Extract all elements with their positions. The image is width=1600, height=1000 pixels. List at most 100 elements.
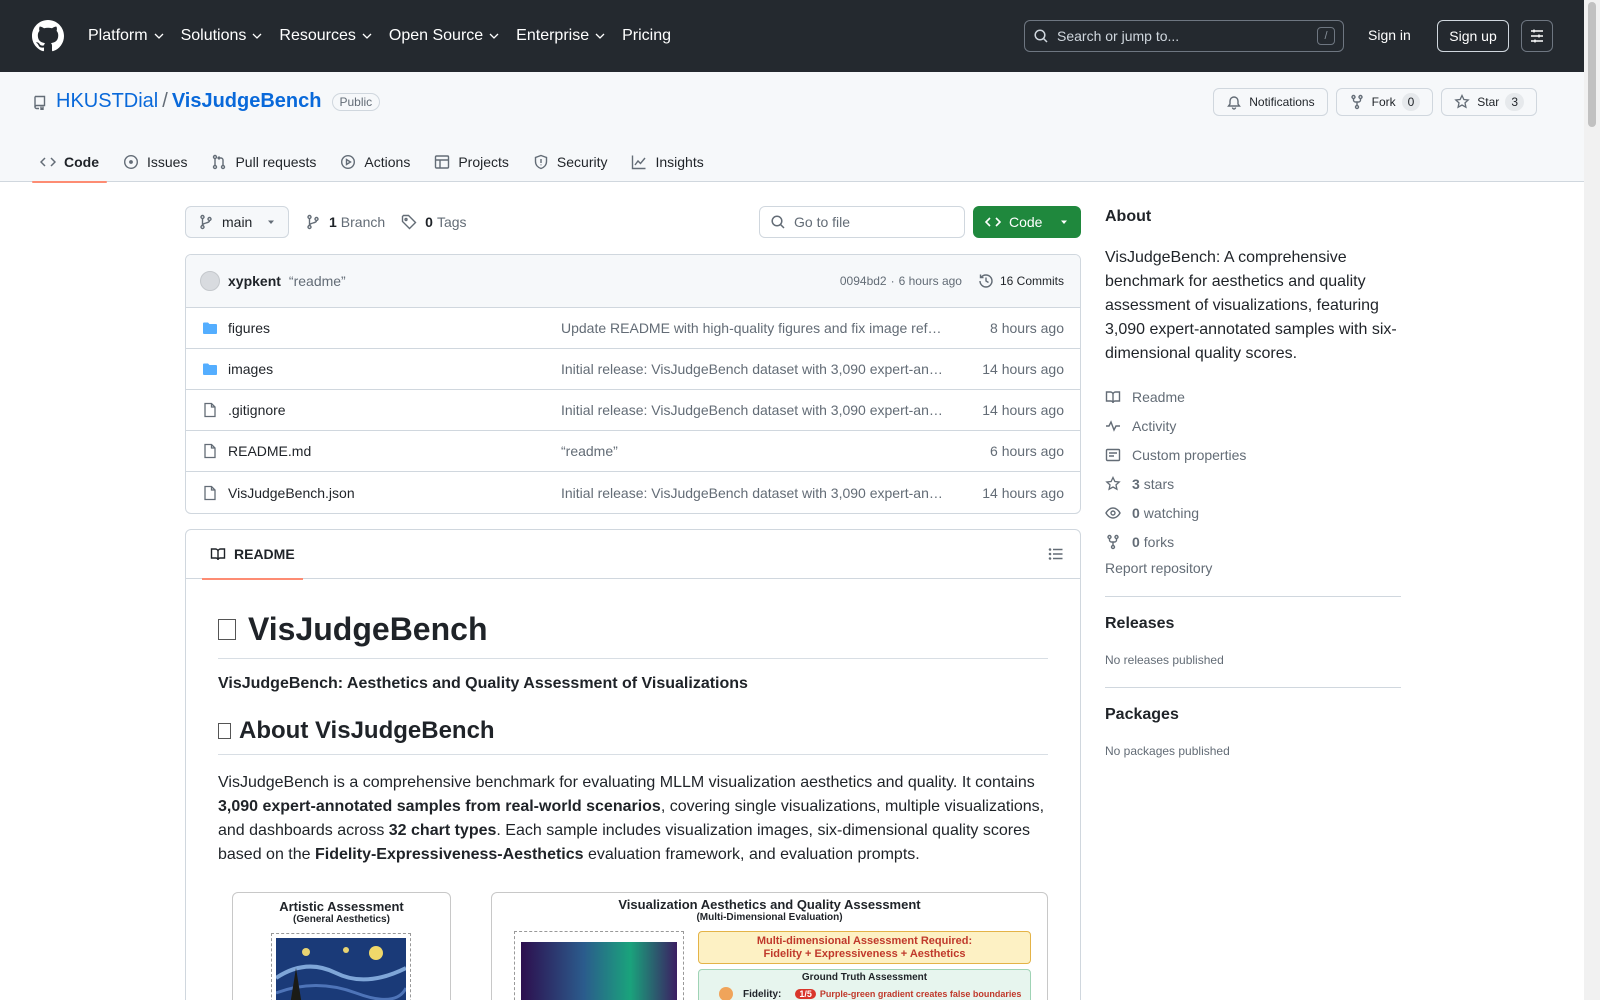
assessment-required-box: Multi-dimensional Assessment Required: F… (698, 931, 1031, 964)
star-count: 3 (1505, 93, 1524, 111)
file-commit-message[interactable]: Initial release: VisJudgeBench dataset w… (561, 361, 946, 377)
nav-pricing[interactable]: Pricing (622, 27, 671, 45)
report-repository-link[interactable]: Report repository (1105, 560, 1401, 576)
settings-menu-button[interactable] (1521, 20, 1553, 52)
section-heading: About VisJudgeBench (218, 717, 1048, 755)
repo-owner-link[interactable]: HKUSTDial (56, 90, 158, 113)
commits-history-link[interactable]: 16 Commits (978, 273, 1064, 289)
branch-label: Branch (340, 214, 386, 230)
ground-truth-row: Fidelity: 1/5 Purple-green gradient crea… (719, 987, 1030, 1000)
notifications-button[interactable]: Notifications (1213, 88, 1328, 116)
file-age: 14 hours ago (982, 361, 1064, 377)
scrollbar-thumb[interactable] (1588, 2, 1596, 127)
fork-count: 0 (1401, 93, 1421, 111)
packages-empty-text: No packages published (1105, 744, 1230, 758)
ground-truth-label: Fidelity: (743, 988, 782, 1000)
github-logo-icon[interactable] (32, 20, 64, 52)
figure-visualization-assessment: Visualization Aesthetics and Quality Ass… (491, 892, 1048, 1000)
nav-open-source[interactable]: Open Source (389, 27, 500, 45)
avatar[interactable] (200, 271, 220, 291)
tab-actions[interactable]: Actions (332, 142, 418, 182)
file-icon (204, 485, 216, 500)
branches-link[interactable]: 1 Branch (305, 214, 385, 230)
file-commit-message[interactable]: Initial release: VisJudgeBench dataset w… (561, 402, 946, 418)
commits-count: 16 Commits (999, 274, 1064, 288)
activity-link[interactable]: Activity (1105, 411, 1401, 440)
repo-name-link[interactable]: VisJudgeBench (172, 90, 322, 113)
file-commit-message[interactable]: Initial release: VisJudgeBench dataset w… (561, 485, 946, 501)
file-name-link[interactable]: VisJudgeBench.json (228, 485, 561, 501)
history-icon (979, 274, 993, 288)
file-commit-message[interactable]: “readme” (561, 443, 946, 459)
nav-label: Enterprise (516, 27, 590, 44)
tab-issues[interactable]: Issues (115, 142, 195, 182)
tab-insights[interactable]: Insights (623, 142, 711, 182)
sidebar-divider (1105, 687, 1401, 688)
page-scrollbar[interactable] (1584, 0, 1600, 1000)
about-paragraph: VisJudgeBench is a comprehensive benchma… (218, 771, 1048, 867)
custom-properties-link[interactable]: Custom properties (1105, 440, 1401, 469)
file-name-link[interactable]: .gitignore (228, 402, 561, 418)
readme-tab[interactable]: README (202, 530, 303, 580)
figure-title: Artistic Assessment (279, 899, 404, 914)
file-row[interactable]: VisJudgeBench.json Initial release: VisJ… (186, 472, 1080, 513)
file-name-link[interactable]: figures (228, 320, 561, 336)
readme-link-label: Readme (1132, 388, 1185, 405)
global-header: Platform Solutions Resources Open Source… (0, 0, 1584, 72)
releases-heading[interactable]: Releases (1105, 615, 1401, 633)
forks-link[interactable]: 0 forks (1105, 527, 1401, 556)
figure-title: Visualization Aesthetics and Quality Ass… (618, 897, 921, 912)
star-button[interactable]: Star 3 (1441, 88, 1537, 116)
file-row[interactable]: .gitignore Initial release: VisJudgeBenc… (186, 390, 1080, 431)
commit-message-link[interactable]: “readme” (289, 273, 346, 289)
folder-icon (203, 363, 217, 375)
starry-night-swirls (276, 946, 406, 1000)
star-icon (1105, 475, 1121, 490)
sign-up-button[interactable]: Sign up (1437, 20, 1509, 52)
nav-platform[interactable]: Platform (88, 27, 165, 45)
notifications-label: Notifications (1249, 95, 1315, 109)
branch-selector[interactable]: main (185, 206, 289, 238)
tab-pull-requests[interactable]: Pull requests (203, 142, 324, 182)
global-search-input[interactable]: Search or jump to... / (1024, 20, 1344, 52)
file-name-link[interactable]: README.md (228, 443, 561, 459)
tab-code[interactable]: Code (32, 142, 107, 183)
figure-subtitle: (General Aesthetics) (293, 914, 390, 925)
tab-label: Security (556, 154, 608, 170)
branch-bar: main 1 Branch 0 Tags Go to file Code (185, 206, 1081, 238)
commit-author-link[interactable]: xypkent (228, 273, 281, 289)
file-row[interactable]: README.md “readme” 6 hours ago (186, 431, 1080, 472)
file-age: 14 hours ago (982, 402, 1064, 418)
watching-link[interactable]: 0 watching (1105, 498, 1401, 527)
file-name-link[interactable]: images (228, 361, 561, 377)
go-to-file-input[interactable]: Go to file (759, 206, 965, 238)
list-unordered-icon[interactable] (1048, 546, 1064, 562)
readme-link[interactable]: Readme (1105, 382, 1401, 411)
nav-solutions[interactable]: Solutions (181, 27, 264, 45)
file-row[interactable]: images Initial release: VisJudgeBench da… (186, 349, 1080, 390)
sidebar-divider (1105, 596, 1401, 597)
fork-button[interactable]: Fork 0 (1335, 88, 1434, 116)
commit-hash-link[interactable]: 0094bd2 (840, 274, 887, 288)
graph-icon (632, 155, 647, 170)
code-button-label: Code (1009, 214, 1043, 230)
chevron-down-icon (252, 33, 262, 39)
file-row[interactable]: figures Update README with high-quality … (186, 308, 1080, 349)
nav-resources[interactable]: Resources (279, 27, 372, 45)
tags-link[interactable]: 0 Tags (401, 214, 467, 230)
missing-emoji-glyph (218, 619, 236, 640)
packages-heading[interactable]: Packages (1105, 706, 1401, 724)
chevron-down-icon (154, 33, 164, 39)
stars-link[interactable]: 3 stars (1105, 469, 1401, 498)
nav-label: Platform (88, 27, 148, 44)
file-commit-message[interactable]: Update README with high-quality figures … (561, 320, 946, 336)
person-icon (719, 987, 733, 1000)
nav-enterprise[interactable]: Enterprise (516, 27, 606, 45)
code-dropdown-button[interactable]: Code (973, 206, 1081, 238)
sign-in-link[interactable]: Sign in (1368, 27, 1411, 43)
fork-label: Fork (1371, 95, 1396, 109)
about-links: Readme Activity Custom properties 3 star… (1105, 382, 1401, 556)
tab-projects[interactable]: Projects (426, 142, 517, 182)
artwork-frame (271, 933, 411, 1000)
tab-security[interactable]: Security (525, 142, 616, 182)
